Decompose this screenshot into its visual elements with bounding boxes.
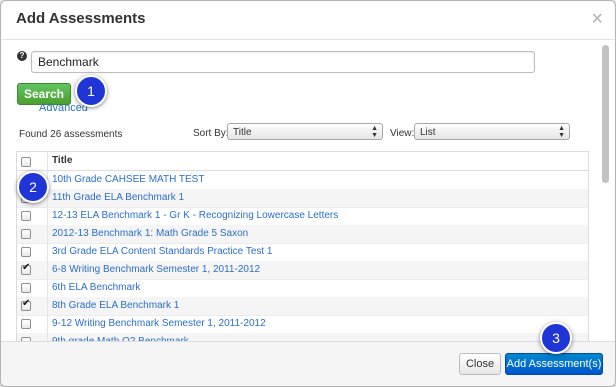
- row-checkbox[interactable]: [21, 229, 31, 239]
- assessments-table: Title 10th Grade CAHSEE MATH TEST 11th Gr…: [16, 151, 589, 343]
- assessment-title-link[interactable]: 9-12 Writing Benchmark Semester 1, 2011-…: [52, 318, 266, 329]
- row-checkbox[interactable]: [21, 283, 31, 293]
- assessment-title-link[interactable]: 8th Grade ELA Benchmark 1: [52, 300, 179, 311]
- table-row[interactable]: 9-12 Writing Benchmark Semester 1, 2011-…: [17, 315, 588, 334]
- row-checkbox[interactable]: [21, 319, 31, 329]
- callout-marker-1: 1: [75, 75, 107, 107]
- table-row[interactable]: 11th Grade ELA Benchmark 1: [17, 189, 588, 208]
- table-row[interactable]: 2012-13 Benchmark 1: Math Grade 5 Saxon: [17, 225, 588, 244]
- up-down-arrows-icon: ▲ ▼: [371, 125, 378, 139]
- table-row[interactable]: 6th ELA Benchmark: [17, 279, 588, 298]
- row-checkbox[interactable]: ✔: [21, 262, 31, 275]
- view-select[interactable]: List ▲ ▼: [414, 123, 570, 140]
- select-all-checkbox[interactable]: [21, 157, 31, 167]
- checkmark-icon: ✔: [22, 298, 31, 309]
- table-header: Title: [17, 152, 588, 171]
- assessment-title-link[interactable]: 12-13 ELA Benchmark 1 - Gr K - Recognizi…: [52, 210, 338, 221]
- row-checkbox[interactable]: [21, 247, 31, 257]
- callout-marker-3: 3: [540, 322, 572, 354]
- title-column-header[interactable]: Title: [52, 155, 72, 166]
- checkmark-icon: ✔: [22, 262, 31, 273]
- table-row[interactable]: 10th Grade CAHSEE MATH TEST: [17, 171, 588, 190]
- row-checkbox[interactable]: ✔: [21, 298, 31, 311]
- assessment-title-link[interactable]: 6-8 Writing Benchmark Semester 1, 2011-2…: [52, 264, 260, 275]
- modal-header: Add Assessments ×: [1, 1, 615, 40]
- table-row[interactable]: 3rd Grade ELA Content Standards Practice…: [17, 243, 588, 262]
- assessment-title-link[interactable]: 2012-13 Benchmark 1: Math Grade 5 Saxon: [52, 228, 248, 239]
- assessment-title-link[interactable]: 3rd Grade ELA Content Standards Practice…: [52, 246, 273, 257]
- up-down-arrows-icon: ▲ ▼: [558, 125, 565, 139]
- assessment-title-link[interactable]: 11th Grade ELA Benchmark 1: [52, 192, 184, 203]
- table-row[interactable]: 12-13 ELA Benchmark 1 - Gr K - Recognizi…: [17, 207, 588, 226]
- assessment-title-link[interactable]: 6th ELA Benchmark: [52, 282, 140, 293]
- view-value: List: [420, 127, 436, 138]
- scrollbar-thumb[interactable]: [602, 45, 609, 183]
- table-row[interactable]: ✔ 6-8 Writing Benchmark Semester 1, 2011-…: [17, 261, 588, 280]
- modal-title: Add Assessments: [16, 10, 146, 27]
- add-assessments-modal: Add Assessments × ? Search Advanced Foun…: [0, 0, 616, 387]
- view-label: View:: [390, 128, 415, 139]
- assessment-title-link[interactable]: 10th Grade CAHSEE MATH TEST: [52, 174, 204, 185]
- results-count: Found 26 assessments: [19, 129, 123, 140]
- table-row[interactable]: ✔ 8th Grade ELA Benchmark 1: [17, 297, 588, 316]
- add-assessments-button[interactable]: Add Assessment(s): [505, 353, 603, 375]
- close-button[interactable]: Close: [459, 353, 501, 375]
- question-circle-icon[interactable]: ?: [17, 51, 27, 61]
- sort-by-select[interactable]: Title ▲ ▼: [227, 123, 383, 140]
- close-icon[interactable]: ×: [591, 9, 603, 29]
- sort-by-value: Title: [233, 127, 252, 138]
- search-input[interactable]: [31, 51, 535, 73]
- sort-by-label: Sort By:: [193, 128, 229, 139]
- callout-marker-2: 2: [17, 171, 49, 203]
- row-checkbox[interactable]: [21, 211, 31, 221]
